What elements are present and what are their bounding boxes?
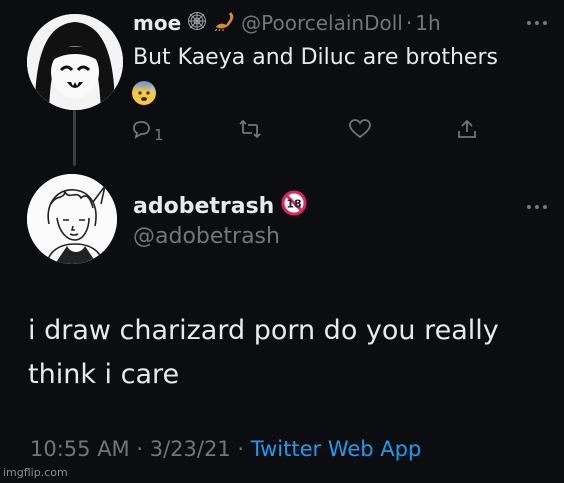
main-avatar[interactable] <box>27 174 117 264</box>
reply-action-bar: 1 <box>130 118 490 146</box>
anxious-face-emoji <box>131 80 157 106</box>
svg-text:18: 18 <box>287 198 302 211</box>
reply-time[interactable]: 1h <box>415 11 440 35</box>
main-handle[interactable]: @adobetrash <box>133 224 280 249</box>
reply-text: But Kaeya and Diluc are brothers <box>133 45 498 70</box>
reply-handle[interactable]: @PoorcelainDoll <box>241 11 403 35</box>
reply-avatar[interactable] <box>27 14 123 110</box>
reply-more-options-icon[interactable] <box>527 19 549 27</box>
watermark: imgflip.com <box>3 466 68 479</box>
sketch-portrait-avatar-icon <box>27 174 117 264</box>
meta-separator-1: · <box>136 437 144 461</box>
like-action[interactable] <box>348 118 372 144</box>
anime-girl-avatar-icon <box>27 14 123 110</box>
share-action[interactable] <box>456 118 478 144</box>
reply-action[interactable]: 1 <box>130 118 164 144</box>
thread-connector-line <box>73 104 76 166</box>
no-one-under-18-icon: 18 <box>281 190 307 222</box>
retweet-icon <box>238 118 262 144</box>
share-icon <box>456 118 478 144</box>
reply-separator: · <box>405 11 413 35</box>
tweet-date[interactable]: 3/23/21 <box>150 437 231 461</box>
tweet-text: i draw charizard porn do you really thin… <box>28 315 499 390</box>
meta-separator-2: · <box>237 437 245 461</box>
main-name-row: adobetrash 18 <box>133 190 307 222</box>
tweet-metadata: 10:55 AM · 3/23/21 · Twitter Web App <box>30 437 421 461</box>
reply-header: moe @PoorcelainDoll · 1h <box>133 8 441 38</box>
reply-count: 1 <box>154 126 164 144</box>
tweet-source-link[interactable]: Twitter Web App <box>251 437 422 461</box>
main-more-options-icon[interactable] <box>527 203 549 211</box>
main-display-name[interactable]: adobetrash <box>133 194 274 219</box>
reply-display-name[interactable]: moe <box>133 11 181 35</box>
tweet-time[interactable]: 10:55 AM <box>30 437 130 461</box>
retweet-action[interactable] <box>238 118 262 144</box>
scorpion-icon <box>213 11 235 36</box>
heart-icon <box>348 118 372 144</box>
comment-icon <box>130 118 152 144</box>
spider-web-icon <box>187 11 207 36</box>
